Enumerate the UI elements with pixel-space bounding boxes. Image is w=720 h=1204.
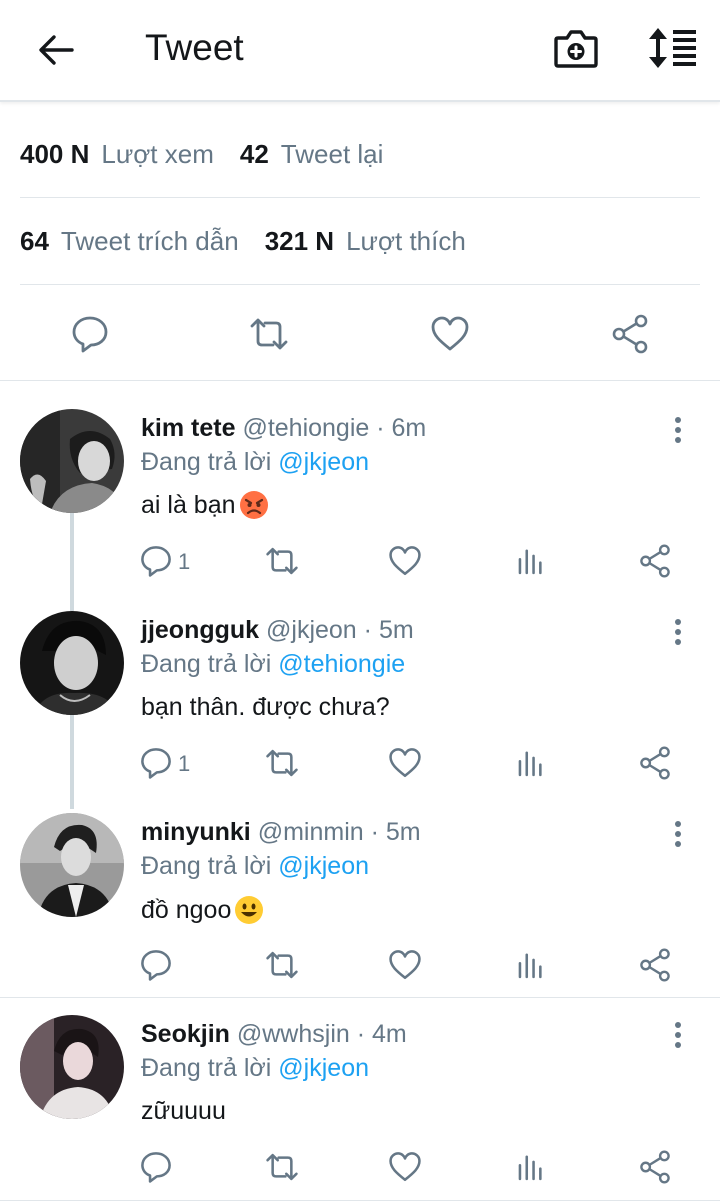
thread-line	[70, 511, 74, 583]
reply-text-content: zữuuuu	[141, 1097, 226, 1125]
separator: ·	[356, 1020, 366, 1048]
tweet-actions	[0, 286, 720, 381]
reply-icon[interactable]	[70, 314, 110, 354]
user-name[interactable]: minyunki	[141, 818, 251, 846]
timestamp: 6m	[391, 414, 427, 442]
replying-label: Đang trả lời	[141, 852, 272, 880]
reply-text-content: ai là bạn	[141, 490, 236, 519]
user-name[interactable]: Seokjin	[141, 1020, 230, 1048]
analytics-icon[interactable]	[514, 948, 548, 982]
analytics-icon[interactable]	[514, 1150, 548, 1184]
retweet-icon[interactable]	[265, 746, 299, 780]
thread-line	[70, 583, 74, 611]
retweet-icon[interactable]	[265, 1150, 299, 1184]
replying-to: Đang trả lời @jkjeon	[141, 852, 369, 881]
reply-icon[interactable]	[139, 1150, 173, 1184]
smiling-face-icon	[235, 896, 264, 924]
sort-list-icon[interactable]	[646, 26, 698, 70]
arrow-left-icon[interactable]	[34, 28, 78, 72]
more-options-icon[interactable]	[666, 1020, 690, 1050]
retweets-count: 42	[239, 138, 269, 169]
avatar[interactable]	[20, 1015, 124, 1119]
user-name[interactable]: kim tete	[141, 414, 235, 442]
replying-label: Đang trả lời	[141, 650, 272, 678]
share-icon[interactable]	[638, 948, 672, 982]
reply-count: 1	[178, 751, 191, 776]
reply-text-content: đồ ngoo	[141, 895, 232, 924]
avatar[interactable]	[20, 409, 124, 513]
reply-header: kim tete @tehiongie · 6m	[141, 414, 426, 443]
share-icon[interactable]	[610, 314, 650, 354]
reply-count: 1	[178, 549, 191, 574]
reply-tweet[interactable]: Seokjin @wwhsjin · 4m Đang trả lời @jkje…	[0, 998, 720, 1201]
like-icon[interactable]	[388, 746, 422, 780]
share-icon[interactable]	[638, 746, 672, 780]
angry-face-icon	[239, 491, 268, 519]
page-title: Tweet	[145, 27, 244, 68]
like-icon[interactable]	[388, 544, 422, 578]
more-options-icon[interactable]	[666, 617, 690, 647]
separator: ·	[376, 414, 385, 442]
timestamp: 5m	[385, 818, 421, 846]
views-label[interactable]: Lượt xem	[101, 139, 213, 170]
stats-row-likes: 64 Tweet trích dẫn 321 N Lượt thích	[20, 198, 700, 285]
user-handle[interactable]: @wwhsjin	[237, 1020, 350, 1048]
more-options-icon[interactable]	[666, 819, 690, 849]
reply-icon[interactable]	[139, 544, 173, 578]
more-options-icon[interactable]	[666, 415, 690, 445]
quotes-label[interactable]: Tweet trích dẫn	[61, 226, 239, 257]
analytics-icon[interactable]	[514, 746, 548, 780]
retweet-icon[interactable]	[265, 948, 299, 982]
reply-text-content: bạn thân. được chưa?	[141, 693, 390, 721]
retweets-label[interactable]: Tweet lại	[281, 139, 384, 170]
user-handle[interactable]: @minmin	[258, 818, 364, 846]
reply-tweet[interactable]: kim tete @tehiongie · 6m Đang trả lời @j…	[0, 381, 720, 583]
replying-to: Đang trả lời @jkjeon	[141, 1054, 369, 1083]
analytics-icon[interactable]	[514, 544, 548, 578]
user-name[interactable]: jjeongguk	[141, 616, 259, 644]
like-icon[interactable]	[430, 314, 470, 354]
reply-tweet[interactable]: minyunki @minmin · 5m Đang trả lời @jkje…	[0, 785, 720, 998]
mention-link[interactable]: @jkjeon	[278, 448, 369, 476]
views-count: 400 N	[20, 138, 90, 169]
mention-link[interactable]: @jkjeon	[278, 852, 369, 880]
timestamp: 5m	[378, 616, 414, 644]
share-icon[interactable]	[638, 544, 672, 578]
separator: ·	[370, 818, 379, 846]
like-icon[interactable]	[388, 1150, 422, 1184]
quotes-count: 64	[20, 225, 49, 256]
camera-add-icon[interactable]	[552, 26, 600, 72]
reply-header: Seokjin @wwhsjin · 4m	[141, 1020, 407, 1049]
like-icon[interactable]	[388, 948, 422, 982]
likes-label[interactable]: Lượt thích	[346, 226, 466, 257]
replying-to: Đang trả lời @tehiongie	[141, 650, 405, 679]
replying-label: Đang trả lời	[141, 448, 272, 476]
mention-link[interactable]: @jkjeon	[278, 1054, 369, 1082]
stats-row-views: 400 N Lượt xem 42 Tweet lại	[20, 111, 700, 198]
avatar[interactable]	[20, 611, 124, 715]
replying-to: Đang trả lời @jkjeon	[141, 448, 369, 477]
reply-text: đồ ngoo	[141, 894, 265, 926]
user-handle[interactable]: @tehiongie	[242, 414, 369, 442]
reply-icon[interactable]	[139, 948, 173, 982]
timestamp: 4m	[372, 1020, 407, 1048]
reply-text: ai là bạn	[141, 489, 270, 521]
retweet-icon[interactable]	[265, 544, 299, 578]
likes-count: 321 N	[264, 225, 335, 256]
reply-header: jjeongguk @jkjeon · 5m	[141, 616, 414, 645]
retweet-icon[interactable]	[249, 314, 289, 354]
avatar[interactable]	[20, 813, 124, 917]
top-bar: Tweet	[0, 0, 720, 102]
reply-header: minyunki @minmin · 5m	[141, 818, 421, 847]
share-icon[interactable]	[638, 1150, 672, 1184]
separator: ·	[363, 616, 372, 644]
reply-icon[interactable]	[139, 746, 173, 780]
user-handle[interactable]: @jkjeon	[266, 616, 357, 644]
reply-text: bạn thân. được chưa?	[141, 693, 390, 722]
reply-text: zữuuuu	[141, 1097, 226, 1126]
replying-label: Đang trả lời	[141, 1054, 272, 1082]
reply-tweet[interactable]: jjeongguk @jkjeon · 5m Đang trả lời @teh…	[0, 583, 720, 809]
mention-link[interactable]: @tehiongie	[278, 650, 405, 678]
